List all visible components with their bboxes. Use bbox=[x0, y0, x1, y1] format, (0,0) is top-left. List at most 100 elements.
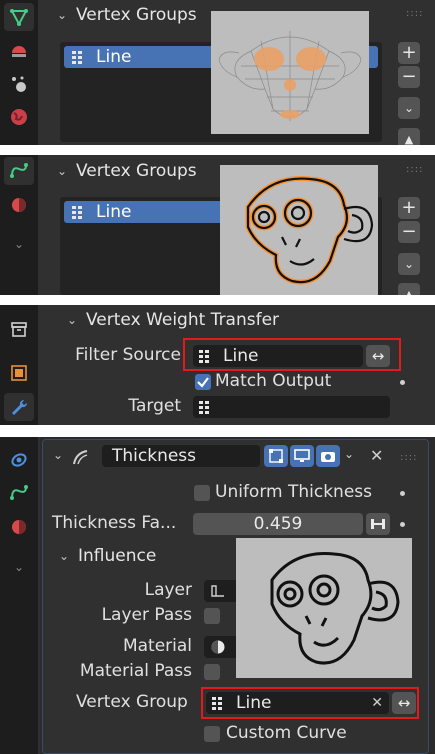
particles-icon bbox=[12, 76, 26, 92]
vertex-group-label: Vertex Group bbox=[76, 692, 188, 712]
match-output-label: Match Output bbox=[215, 371, 332, 391]
match-output-checkbox[interactable] bbox=[195, 374, 211, 390]
move-up-button[interactable]: ▲ bbox=[398, 128, 420, 145]
edit-mode-toggle[interactable] bbox=[264, 445, 288, 467]
vertex-weight-transfer-header[interactable]: ⌄ Vertex Weight Transfer bbox=[64, 307, 279, 333]
monkey-mesh-image bbox=[218, 31, 362, 121]
vertex-groups-header[interactable]: ⌄ Vertex Groups bbox=[54, 2, 197, 28]
camera-icon bbox=[321, 452, 335, 462]
tab-world[interactable] bbox=[4, 103, 34, 131]
tab-object[interactable] bbox=[4, 359, 34, 387]
chevron-down-icon: ⌄ bbox=[13, 237, 25, 251]
chevron-down-icon: ⌄ bbox=[58, 549, 70, 563]
chevron-down-icon: ⌄ bbox=[403, 257, 415, 271]
object-square-icon bbox=[11, 365, 27, 381]
layer-icon bbox=[211, 585, 224, 597]
custom-curve-checkbox[interactable] bbox=[204, 726, 220, 742]
material-icon bbox=[12, 520, 26, 534]
panel-title: Vertex Groups bbox=[76, 161, 197, 181]
wrench-icon bbox=[12, 399, 28, 415]
target-label: Target bbox=[128, 396, 181, 416]
add-group-button[interactable]: + bbox=[398, 42, 420, 64]
render-toggle[interactable] bbox=[316, 445, 340, 467]
tab-material[interactable] bbox=[4, 37, 34, 65]
specials-menu-button[interactable]: ⌄ bbox=[398, 97, 420, 119]
tab-object-data[interactable] bbox=[4, 3, 34, 31]
tab-overflow[interactable]: ⌄ bbox=[4, 230, 34, 258]
viewport-toggle[interactable] bbox=[290, 445, 314, 467]
keyframe-dot-icon[interactable] bbox=[400, 491, 405, 496]
tab-material[interactable] bbox=[4, 191, 34, 219]
modifier-name: Thickness bbox=[112, 446, 197, 466]
monkey-line-art-image bbox=[245, 176, 374, 285]
tab-physics[interactable] bbox=[4, 445, 34, 473]
panel-content: ⌄ Thickness ⌄ ✕ :::: Uniform Thickness T… bbox=[40, 437, 435, 754]
chevron-down-icon[interactable]: ⌄ bbox=[50, 448, 66, 462]
material-pass-checkbox[interactable] bbox=[204, 664, 220, 680]
thickness-factor-field[interactable]: 0.459 bbox=[193, 513, 363, 535]
properties-tab-bar: ⌄ bbox=[0, 155, 38, 295]
drag-handle-icon[interactable]: :::: bbox=[406, 8, 423, 19]
highlight-box bbox=[183, 338, 401, 371]
thickness-factor-options[interactable] bbox=[366, 513, 390, 535]
mesh-data-icon bbox=[10, 9, 28, 27]
properties-tab-bar bbox=[0, 305, 38, 425]
panel-content: ⌄ Vertex Groups :::: Line + − ⌄ ▲ bbox=[40, 0, 435, 145]
stroke-data-icon bbox=[10, 163, 28, 178]
specials-menu-button[interactable]: ⌄ bbox=[398, 253, 420, 275]
modifier-name-field[interactable]: Thickness bbox=[102, 445, 260, 467]
vertex-groups-header[interactable]: ⌄ Vertex Groups bbox=[54, 158, 197, 184]
mesh-weight-preview bbox=[211, 11, 369, 134]
tab-material[interactable] bbox=[4, 513, 34, 541]
move-up-button[interactable]: ▲ bbox=[398, 283, 420, 295]
drag-handle-icon[interactable]: :::: bbox=[406, 164, 423, 175]
chevron-down-icon: ⌄ bbox=[56, 164, 68, 178]
stroke-data-icon bbox=[10, 485, 28, 500]
material-pass-label: Material Pass bbox=[79, 661, 192, 681]
influence-header[interactable]: ⌄ Influence bbox=[56, 543, 156, 569]
remove-group-button[interactable]: − bbox=[398, 221, 420, 243]
target-field[interactable] bbox=[193, 396, 390, 418]
uniform-thickness-label: Uniform Thickness bbox=[215, 482, 373, 502]
triangle-up-icon: ▲ bbox=[404, 132, 414, 145]
add-group-button[interactable]: + bbox=[398, 197, 420, 219]
tab-particles[interactable] bbox=[4, 70, 34, 98]
chevron-down-icon: ⌄ bbox=[13, 560, 25, 574]
tab-collection[interactable] bbox=[4, 315, 34, 343]
vertex-groups-panel-mesh: ⌄ Vertex Groups :::: Line + − ⌄ ▲ bbox=[0, 0, 435, 145]
stroke-weight-preview bbox=[220, 165, 378, 295]
list-item-label: Line bbox=[96, 47, 132, 67]
tab-overflow[interactable]: ⌄ bbox=[4, 553, 34, 581]
tab-modifiers[interactable] bbox=[4, 393, 34, 421]
layer-pass-checkbox[interactable] bbox=[204, 608, 220, 624]
resize-handle-icon bbox=[371, 519, 385, 529]
keyframe-dot-icon[interactable] bbox=[400, 380, 405, 385]
thickness-modifier-panel: ⌄ ⌄ Thickness ⌄ ✕ :::: Uniform Thickness… bbox=[0, 437, 435, 754]
chevron-down-icon: ⌄ bbox=[56, 8, 68, 22]
chevron-down-icon[interactable]: ⌄ bbox=[344, 447, 354, 461]
panel-title: Vertex Weight Transfer bbox=[86, 310, 280, 330]
panel-title: Vertex Groups bbox=[76, 5, 197, 25]
uniform-thickness-checkbox[interactable] bbox=[194, 485, 210, 501]
tab-stroke-data[interactable] bbox=[4, 479, 34, 507]
vertex-group-icon bbox=[72, 50, 86, 64]
edit-mode-icon bbox=[269, 449, 283, 463]
close-icon[interactable]: ✕ bbox=[370, 446, 383, 465]
monitor-icon bbox=[294, 449, 310, 462]
vertex-groups-panel-stroke: ⌄ ⌄ Vertex Groups :::: Line + − ⌄ ▲ bbox=[0, 155, 435, 295]
tab-stroke-data[interactable] bbox=[4, 157, 34, 185]
drag-handle-icon[interactable]: :::: bbox=[400, 452, 417, 463]
panel-content: ⌄ Vertex Weight Transfer Filter Source L… bbox=[40, 305, 435, 425]
properties-tab-bar bbox=[0, 0, 38, 145]
monkey-line-art-image bbox=[270, 552, 400, 665]
physics-orbit-icon bbox=[11, 453, 27, 467]
material-icon bbox=[12, 198, 26, 212]
keyframe-dot-icon[interactable] bbox=[400, 522, 405, 527]
thickness-result-preview bbox=[236, 538, 412, 678]
remove-group-button[interactable]: − bbox=[398, 66, 420, 88]
checkmark-icon bbox=[197, 377, 209, 388]
world-icon bbox=[11, 109, 27, 125]
panel-content: ⌄ Vertex Groups :::: Line + − ⌄ ▲ bbox=[40, 155, 435, 295]
properties-tab-bar: ⌄ bbox=[0, 437, 38, 754]
vertex-group-icon bbox=[72, 205, 86, 219]
